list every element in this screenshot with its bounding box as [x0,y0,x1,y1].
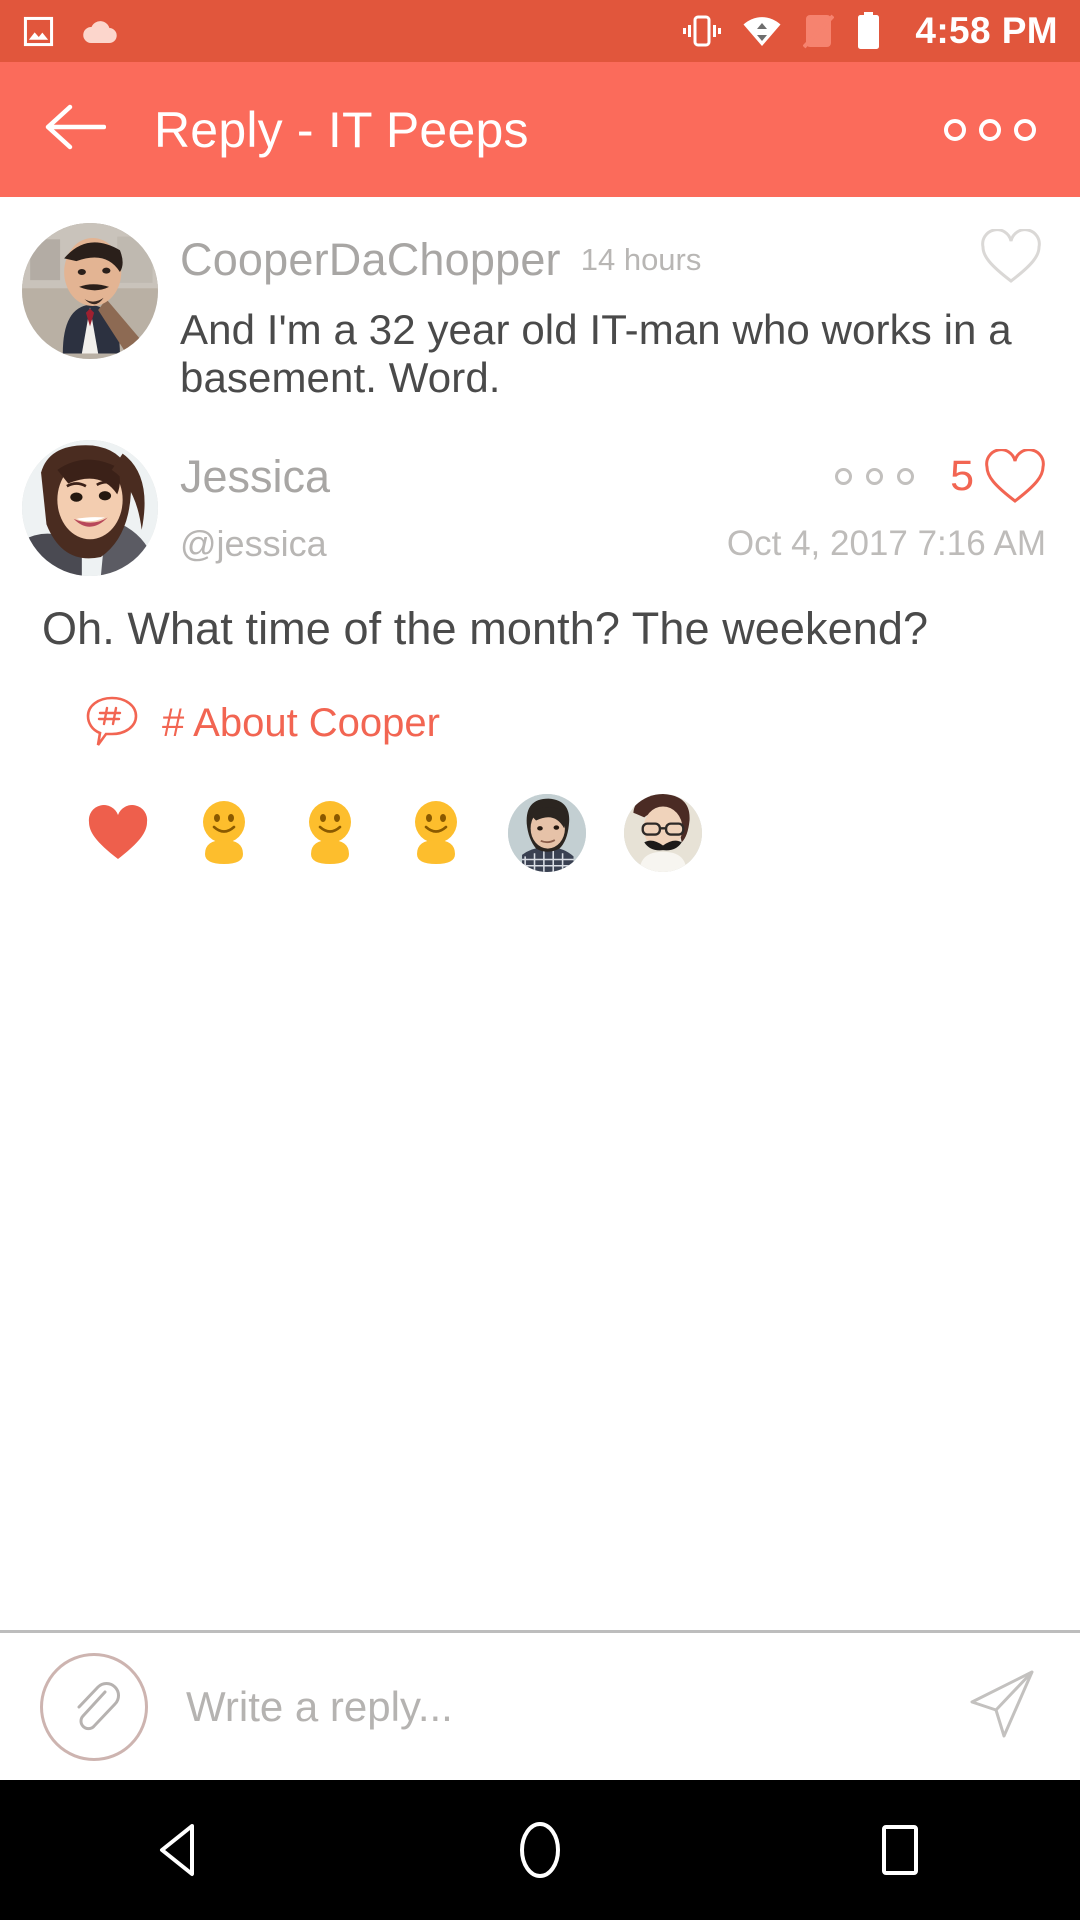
overflow-menu-icon[interactable] [944,118,1036,141]
message-header-jessica: Jessica 5 @jessica Oct 4, 2017 7:16 AM [22,439,1046,576]
default-avatar-2[interactable] [296,799,364,867]
reply-bar [0,1630,1080,1780]
username[interactable]: CooperDaChopper [180,234,561,286]
reply-input[interactable] [186,1682,940,1731]
message-item-cooper[interactable]: CooperDaChopper 14 hours And I'm a 32 ye… [0,197,1080,402]
cooper-avatar[interactable] [22,223,158,359]
overflow-dot [1014,118,1036,141]
status-bar-right-icons: 4:58 PM [683,10,1058,52]
default-avatar-3[interactable] [402,799,470,867]
hashtag-bubble-icon [84,693,140,754]
nav-home-icon[interactable] [450,1780,630,1920]
hashtag-label[interactable]: # About Cooper [162,701,440,746]
message-body-cooper: CooperDaChopper 14 hours And I'm a 32 ye… [158,223,1046,402]
arrow-left-icon[interactable] [44,104,107,155]
overflow-dot [979,118,1001,141]
attach-button[interactable] [40,1652,148,1761]
send-icon [970,1670,1034,1738]
like-count: 5 [950,452,974,501]
heart-outline-icon [985,448,1045,503]
status-bar-clock: 4:58 PM [915,10,1058,51]
nav-back-icon[interactable] [90,1780,270,1920]
message-meta-row-top: Jessica 5 [180,441,1046,513]
timestamp: 14 hours [580,241,702,277]
status-bar-left-icons [22,15,118,48]
message-thread: CooperDaChopper 14 hours And I'm a 32 ye… [0,197,1080,1630]
message-text: Oh. What time of the month? The weekend? [42,602,929,654]
message-meta-jessica: Jessica 5 @jessica Oct 4, 2017 7:16 AM [158,440,1046,576]
signal-off-icon [803,13,835,49]
battery-icon [856,12,881,50]
app-bar: Reply - IT Peeps [0,62,1080,197]
default-avatar-1[interactable] [190,799,258,867]
cloud-icon [81,18,118,45]
overflow-menu-icon[interactable] [835,468,915,486]
app-screen: 4:58 PM Reply - IT Peeps CooperDaChopper… [0,0,1080,1920]
overflow-dot [835,468,853,486]
message-actions: 5 [835,448,1046,505]
username[interactable]: Jessica [180,451,330,503]
overflow-dot [866,468,884,486]
timestamp: Oct 4, 2017 7:16 AM [726,523,1046,563]
page-title: Reply - IT Peeps [154,101,529,158]
image-icon [22,15,55,48]
message-header-cooper: CooperDaChopper 14 hours [180,228,1046,290]
nav-recents-icon[interactable] [810,1780,990,1920]
status-bar: 4:58 PM [0,0,1080,62]
reactor-avatar-2[interactable] [624,793,702,872]
jessica-avatar[interactable] [22,439,158,576]
message-item-jessica[interactable]: Jessica 5 @jessica Oct 4, 2017 7:16 AM O… [0,402,1080,872]
send-button[interactable] [940,1666,1040,1747]
vibrate-icon [683,14,722,48]
reactor-avatar-1[interactable] [508,793,586,872]
paperclip-icon [77,1681,120,1730]
wifi-icon [743,16,781,47]
hashtag-link[interactable]: # About Cooper [22,657,1046,754]
message-meta-row-bottom: @jessica Oct 4, 2017 7:16 AM [180,513,1046,575]
overflow-dot [944,118,966,141]
user-handle[interactable]: @jessica [180,523,327,565]
heart-filled-icon[interactable] [84,799,152,867]
system-nav-bar [0,1780,1080,1920]
reaction-row [22,754,1046,872]
like-button-jessica[interactable]: 5 [950,448,1046,505]
like-button-cooper[interactable] [980,228,1046,290]
overflow-dot [897,468,915,486]
message-text: And I'm a 32 year old IT-man who works i… [180,306,1012,401]
